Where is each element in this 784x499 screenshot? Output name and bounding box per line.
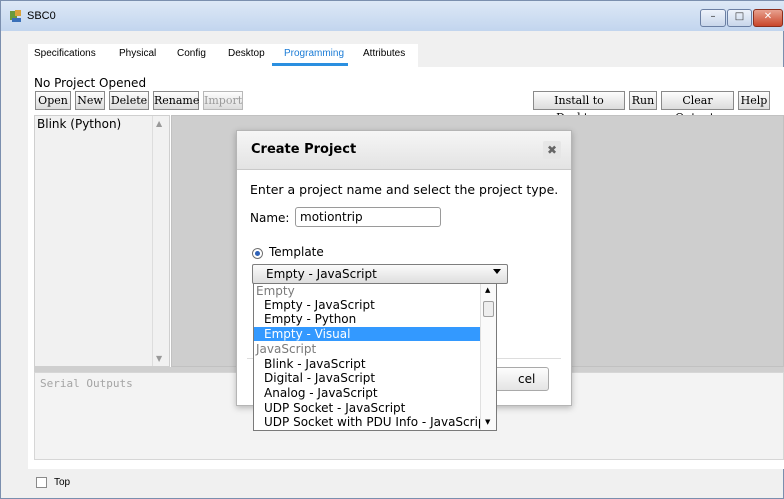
template-radio[interactable] (252, 248, 263, 259)
template-radio-label: Template (269, 245, 324, 259)
tab-specifications[interactable]: Specifications (34, 48, 96, 59)
dropdown-scrollbar[interactable]: ▲ ▼ (480, 284, 496, 430)
dropdown-option[interactable]: Analog - JavaScript (254, 386, 492, 400)
window-title: SBC0 (27, 10, 56, 22)
project-status: No Project Opened (34, 76, 147, 90)
close-icon[interactable]: ✖ (543, 141, 561, 159)
chevron-down-icon (493, 269, 501, 274)
close-window-button[interactable]: ✕ (753, 9, 783, 27)
template-dropdown-list: Empty Empty - JavaScript Empty - Python … (253, 283, 497, 431)
project-list: Blink (Python) ▲ ▼ (34, 115, 170, 367)
clear-outputs-button[interactable]: Clear Outputs (661, 91, 734, 124)
install-to-desktop-button[interactable]: Install to Desktop (533, 91, 625, 124)
dialog-title: Create Project (251, 142, 357, 157)
project-name-input[interactable] (295, 207, 441, 227)
tab-physical[interactable]: Physical (119, 48, 156, 59)
dropdown-option-highlighted[interactable]: Empty - Visual (254, 327, 492, 341)
dropdown-option[interactable]: UDP Socket with PDU Info - JavaScript (254, 415, 492, 429)
tab-programming[interactable]: Programming (284, 48, 344, 59)
template-select[interactable]: Empty - JavaScript (252, 264, 508, 284)
tab-config[interactable]: Config (177, 48, 206, 59)
minimize-button[interactable]: – (700, 9, 726, 27)
rename-button[interactable]: Rename (153, 91, 199, 110)
dropdown-option[interactable]: UDP Socket - JavaScript (254, 401, 492, 415)
scroll-up-icon[interactable]: ▲ (156, 119, 162, 128)
dropdown-option[interactable]: Digital - JavaScript (254, 371, 492, 385)
import-button: Import (203, 91, 243, 110)
active-tab-indicator (272, 63, 348, 66)
dropdown-option[interactable]: Empty - JavaScript (254, 298, 492, 312)
template-select-value: Empty - JavaScript (266, 267, 377, 281)
tab-desktop[interactable]: Desktop (228, 48, 265, 59)
dropdown-option[interactable]: Blink - JavaScript (254, 357, 492, 371)
dropdown-option[interactable]: Empty - Python (254, 312, 492, 326)
app-icon (10, 10, 21, 22)
run-button[interactable]: Run (629, 91, 657, 110)
scroll-up-icon[interactable]: ▲ (485, 286, 490, 294)
dialog-header: Create Project ✖ (237, 131, 571, 170)
name-label: Name: (250, 211, 290, 225)
tab-attributes[interactable]: Attributes (363, 48, 405, 59)
scroll-down-icon[interactable]: ▼ (485, 418, 490, 426)
dropdown-group-label: JavaScript (256, 342, 317, 356)
open-button[interactable]: Open (35, 91, 71, 110)
scroll-down-icon[interactable]: ▼ (156, 354, 162, 363)
cancel-button-visible-text: cel (518, 372, 536, 386)
dropdown-group-label: Empty (256, 284, 295, 298)
tab-bar: Specifications Physical Config Desktop P… (28, 44, 418, 67)
new-button[interactable]: New (75, 91, 105, 110)
scrollbar-thumb[interactable] (483, 301, 494, 317)
project-item[interactable]: Blink (Python) (37, 117, 121, 131)
top-checkbox-label: Top (54, 477, 71, 488)
delete-button[interactable]: Delete (109, 91, 149, 110)
dialog-prompt: Enter a project name and select the proj… (250, 182, 559, 197)
title-bar: SBC0 – □ ✕ (1, 1, 784, 31)
project-list-scrollbar[interactable]: ▲ ▼ (152, 116, 169, 366)
help-button[interactable]: Help (738, 91, 770, 110)
top-checkbox[interactable] (36, 477, 47, 488)
serial-output-placeholder: Serial Outputs (40, 377, 133, 390)
maximize-button[interactable]: □ (727, 9, 752, 27)
